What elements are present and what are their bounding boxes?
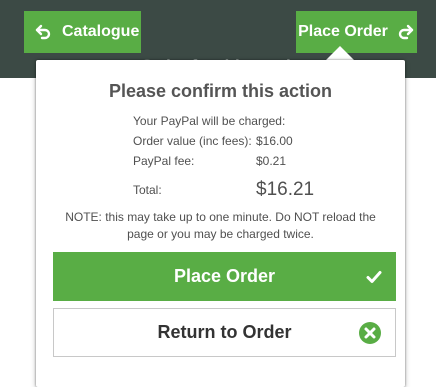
place-order-top-button[interactable]: Place Order: [296, 11, 417, 53]
dialog-title: Please confirm this action: [108, 81, 333, 101]
place-order-button[interactable]: Place Order: [53, 252, 396, 301]
paypal-fee: $0.21: [256, 154, 287, 168]
place-order-top-label: Place Order: [298, 23, 388, 40]
checkmark-icon: [365, 268, 383, 286]
back-arrow-icon: [34, 23, 52, 41]
order-value: $16.00: [256, 134, 293, 148]
order-value-row: Order value (inc fees): $16.00: [133, 131, 383, 151]
total-value: $16.21: [256, 179, 315, 200]
catalogue-button-label: Catalogue: [62, 23, 140, 40]
charge-summary: Your PayPal will be charged: Order value…: [133, 111, 383, 205]
paypal-fee-row: PayPal fee: $0.21: [133, 151, 383, 171]
total-label: Total:: [133, 183, 162, 197]
total-row: Total: $16.21: [133, 175, 383, 205]
charge-intro-row: Your PayPal will be charged:: [133, 111, 383, 131]
charge-intro: Your PayPal will be charged:: [133, 114, 286, 128]
place-order-button-label: Place Order: [173, 266, 276, 286]
catalogue-button[interactable]: Catalogue: [24, 11, 141, 53]
screen: Order for this week Catalogue Place Orde…: [0, 0, 436, 387]
order-value-label: Order value (inc fees):: [133, 134, 252, 148]
close-circle-icon: [358, 321, 382, 345]
paypal-fee-label: PayPal fee:: [133, 154, 195, 168]
confirm-dialog: Please confirm this action Your PayPal w…: [36, 60, 405, 387]
return-to-order-label: Return to Order: [157, 322, 292, 342]
popover-caret: [326, 46, 354, 60]
warning-note: NOTE: this may take up to one minute. Do…: [65, 210, 376, 241]
forward-arrow-icon: [397, 23, 415, 41]
return-to-order-button[interactable]: Return to Order: [53, 308, 396, 357]
